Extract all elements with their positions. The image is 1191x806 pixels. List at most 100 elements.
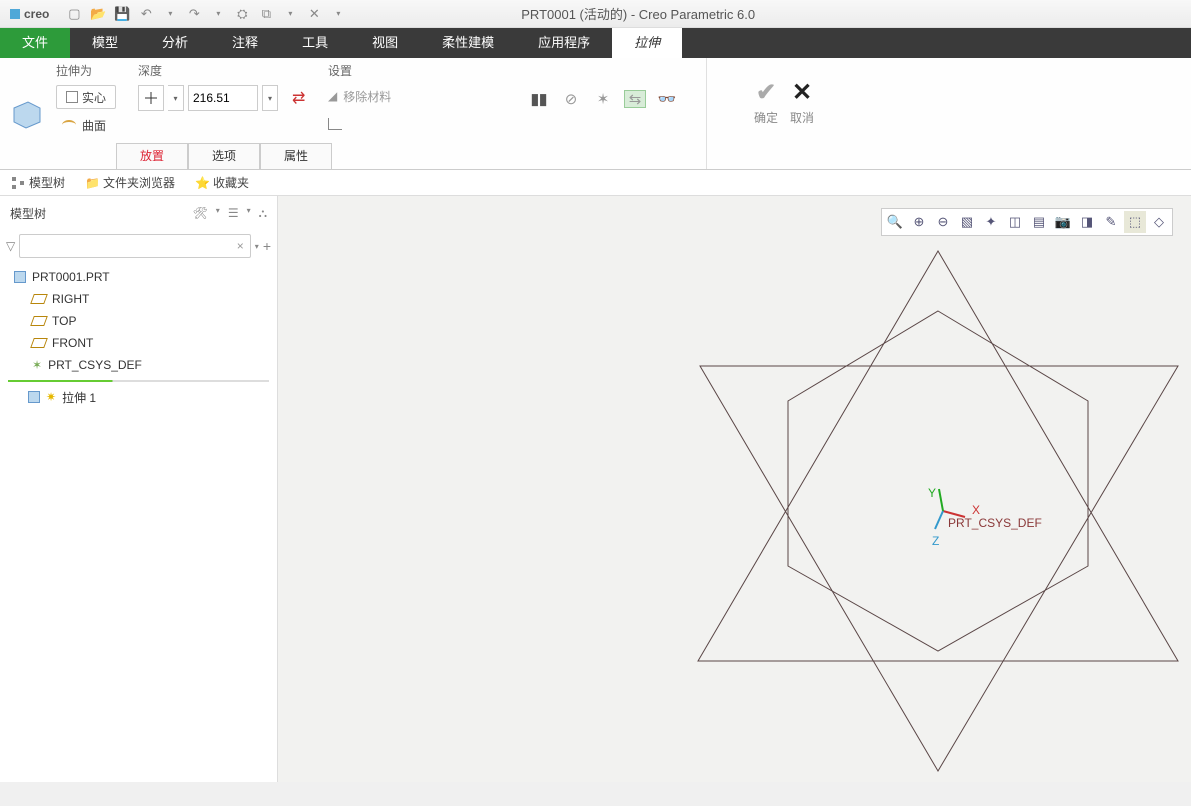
tab-analysis[interactable]: 分析 [140, 28, 210, 58]
cancel-button[interactable]: ✕ 取消 [790, 78, 814, 126]
undo-dropdown-icon[interactable]: ▾ [159, 3, 181, 25]
display-style-icon[interactable]: ◫ [1004, 211, 1026, 233]
x-icon: ✕ [792, 78, 812, 107]
new-feature-indicator-icon: ✷ [46, 390, 56, 404]
tree-show-dropdown-icon[interactable]: ▾ [247, 206, 251, 221]
nav-tab-favorites-label: 收藏夹 [213, 174, 249, 191]
close-icon[interactable]: ✕ [303, 3, 325, 25]
view-toolbar: 🔍 ⊕ ⊖ ▧ ✦ ◫ ▤ 📷 ◨ ✎ ⬚ ◇ [881, 208, 1173, 236]
repaint-icon[interactable]: ▧ [956, 211, 978, 233]
navigator-tabs: 模型树 📁文件夹浏览器 ⭐收藏夹 [0, 170, 1191, 196]
camera-icon[interactable]: 📷 [1052, 211, 1074, 233]
tab-file[interactable]: 文件 [0, 28, 70, 58]
surface-button[interactable]: 曲面 [56, 113, 122, 137]
sketch-geometry [658, 246, 1191, 806]
datum-display-icon[interactable]: ⬚ [1124, 211, 1146, 233]
tab-annotate[interactable]: 注释 [210, 28, 280, 58]
no-preview-icon[interactable]: ⊘ [560, 90, 582, 108]
subtab-placement[interactable]: 放置 [116, 143, 188, 169]
tree-separator [8, 380, 269, 382]
part-icon [14, 271, 26, 283]
filter-icon[interactable]: ▽ [6, 239, 15, 253]
tree-filter-input[interactable] [24, 239, 235, 253]
tree-root[interactable]: PRT0001.PRT [0, 266, 277, 288]
add-filter-icon[interactable]: + [263, 238, 271, 254]
ribbon-tabs: 文件 模型 分析 注释 工具 视图 柔性建模 应用程序 拉伸 [0, 28, 1191, 58]
model-tree-header: 模型树 [10, 205, 46, 222]
ok-button[interactable]: ✔确定 [754, 78, 778, 126]
regenerate-icon[interactable]: ⛭ [231, 3, 253, 25]
tab-flex-modeling[interactable]: 柔性建模 [420, 28, 516, 58]
extrude-feature-icon[interactable] [8, 84, 44, 144]
pause-icon[interactable]: ▮▮ [528, 90, 550, 108]
plane-icon [30, 316, 48, 326]
nav-tab-folder-label: 文件夹浏览器 [103, 174, 175, 191]
redo-dropdown-icon[interactable]: ▾ [207, 3, 229, 25]
windows-icon[interactable]: ⧉ [255, 3, 277, 25]
tree-plane-front[interactable]: FRONT [0, 332, 277, 354]
subtab-properties[interactable]: 属性 [260, 143, 332, 169]
save-icon[interactable]: 💾 [111, 3, 133, 25]
remove-material-button[interactable]: ◢移除材料 [328, 85, 452, 107]
dashboard-subtabs: 放置 选项 属性 [116, 143, 332, 169]
flip-direction-icon[interactable]: ⇄ [292, 88, 305, 108]
undo-icon[interactable]: ↶ [135, 3, 157, 25]
csys-label: PRT_CSYS_DEF [48, 358, 142, 372]
tree-icon [11, 176, 25, 190]
tab-extrude[interactable]: 拉伸 [612, 28, 682, 58]
nav-tab-folder-browser[interactable]: 📁文件夹浏览器 [76, 171, 184, 195]
plane-right-label: RIGHT [52, 292, 89, 306]
tree-plane-right[interactable]: RIGHT [0, 288, 277, 310]
graphics-canvas[interactable]: 🔍 ⊕ ⊖ ▧ ✦ ◫ ▤ 📷 ◨ ✎ ⬚ ◇ [278, 196, 1191, 782]
cancel-label: 取消 [790, 109, 814, 126]
depth-value-dropdown-icon[interactable]: ▾ [262, 85, 278, 111]
plane-icon [30, 294, 48, 304]
tree-show-icon[interactable]: ☰ [228, 206, 239, 221]
perspective-icon[interactable]: ◇ [1148, 211, 1170, 233]
zoom-out-icon[interactable]: ⊖ [932, 211, 954, 233]
filter-input-container: × [19, 234, 251, 258]
windows-dropdown-icon[interactable]: ▾ [279, 3, 301, 25]
qat-dropdown-icon[interactable]: ▾ [327, 3, 349, 25]
tree-csys[interactable]: ✶ PRT_CSYS_DEF [0, 354, 277, 376]
nav-tab-favorites[interactable]: ⭐收藏夹 [186, 171, 258, 195]
depth-type-dropdown-icon[interactable]: ▾ [168, 85, 184, 111]
subtab-options[interactable]: 选项 [188, 143, 260, 169]
extrude-icon [28, 391, 40, 403]
tab-view[interactable]: 视图 [350, 28, 420, 58]
glasses-icon[interactable]: 👓 [656, 90, 678, 108]
tab-model[interactable]: 模型 [70, 28, 140, 58]
clear-filter-icon[interactable]: × [235, 239, 246, 253]
annotations-icon[interactable]: ✎ [1100, 211, 1122, 233]
refit-icon[interactable]: 🔍 [884, 211, 906, 233]
tree-tools-icon[interactable]: 🛠 [193, 206, 208, 221]
redo-icon[interactable]: ↷ [183, 3, 205, 25]
verify-icon[interactable]: ✶ [592, 90, 614, 108]
surface-label: 曲面 [82, 117, 106, 134]
zoom-in-icon[interactable]: ⊕ [908, 211, 930, 233]
saved-views-icon[interactable]: ▤ [1028, 211, 1050, 233]
tree-tools-dropdown-icon[interactable]: ▾ [216, 206, 220, 221]
thicken-sketch-icon[interactable] [328, 113, 452, 135]
model-tree-panel: 模型树 🛠 ▾ ☰ ▾ ⛬ ▽ × ▾ + PRT0001.PRT RIGHT … [0, 196, 278, 782]
attached-icon[interactable]: ⇆ [624, 90, 646, 108]
solid-button[interactable]: 实心 [56, 85, 116, 109]
extrude-as-label: 拉伸为 [56, 62, 122, 79]
ok-label: 确定 [754, 109, 778, 126]
tree-feature-extrude[interactable]: ✷拉伸 1 [0, 386, 277, 408]
depth-type-icon[interactable] [138, 85, 164, 111]
depth-value-input[interactable] [188, 85, 258, 111]
open-file-icon[interactable]: 📂 [87, 3, 109, 25]
new-file-icon[interactable]: ▢ [63, 3, 85, 25]
tree-plane-top[interactable]: TOP [0, 310, 277, 332]
spin-center-icon[interactable]: ✦ [980, 211, 1002, 233]
tree-settings-icon[interactable]: ⛬ [259, 206, 267, 221]
layers-icon[interactable]: ◨ [1076, 211, 1098, 233]
tab-tools[interactable]: 工具 [280, 28, 350, 58]
filter-dropdown-icon[interactable]: ▾ [255, 242, 259, 251]
main-area: 模型树 🛠 ▾ ☰ ▾ ⛬ ▽ × ▾ + PRT0001.PRT RIGHT … [0, 196, 1191, 782]
app-logo: creo [4, 7, 55, 21]
nav-tab-model-tree[interactable]: 模型树 [2, 171, 74, 195]
tab-applications[interactable]: 应用程序 [516, 28, 612, 58]
csys-icon: ✶ [32, 358, 42, 372]
